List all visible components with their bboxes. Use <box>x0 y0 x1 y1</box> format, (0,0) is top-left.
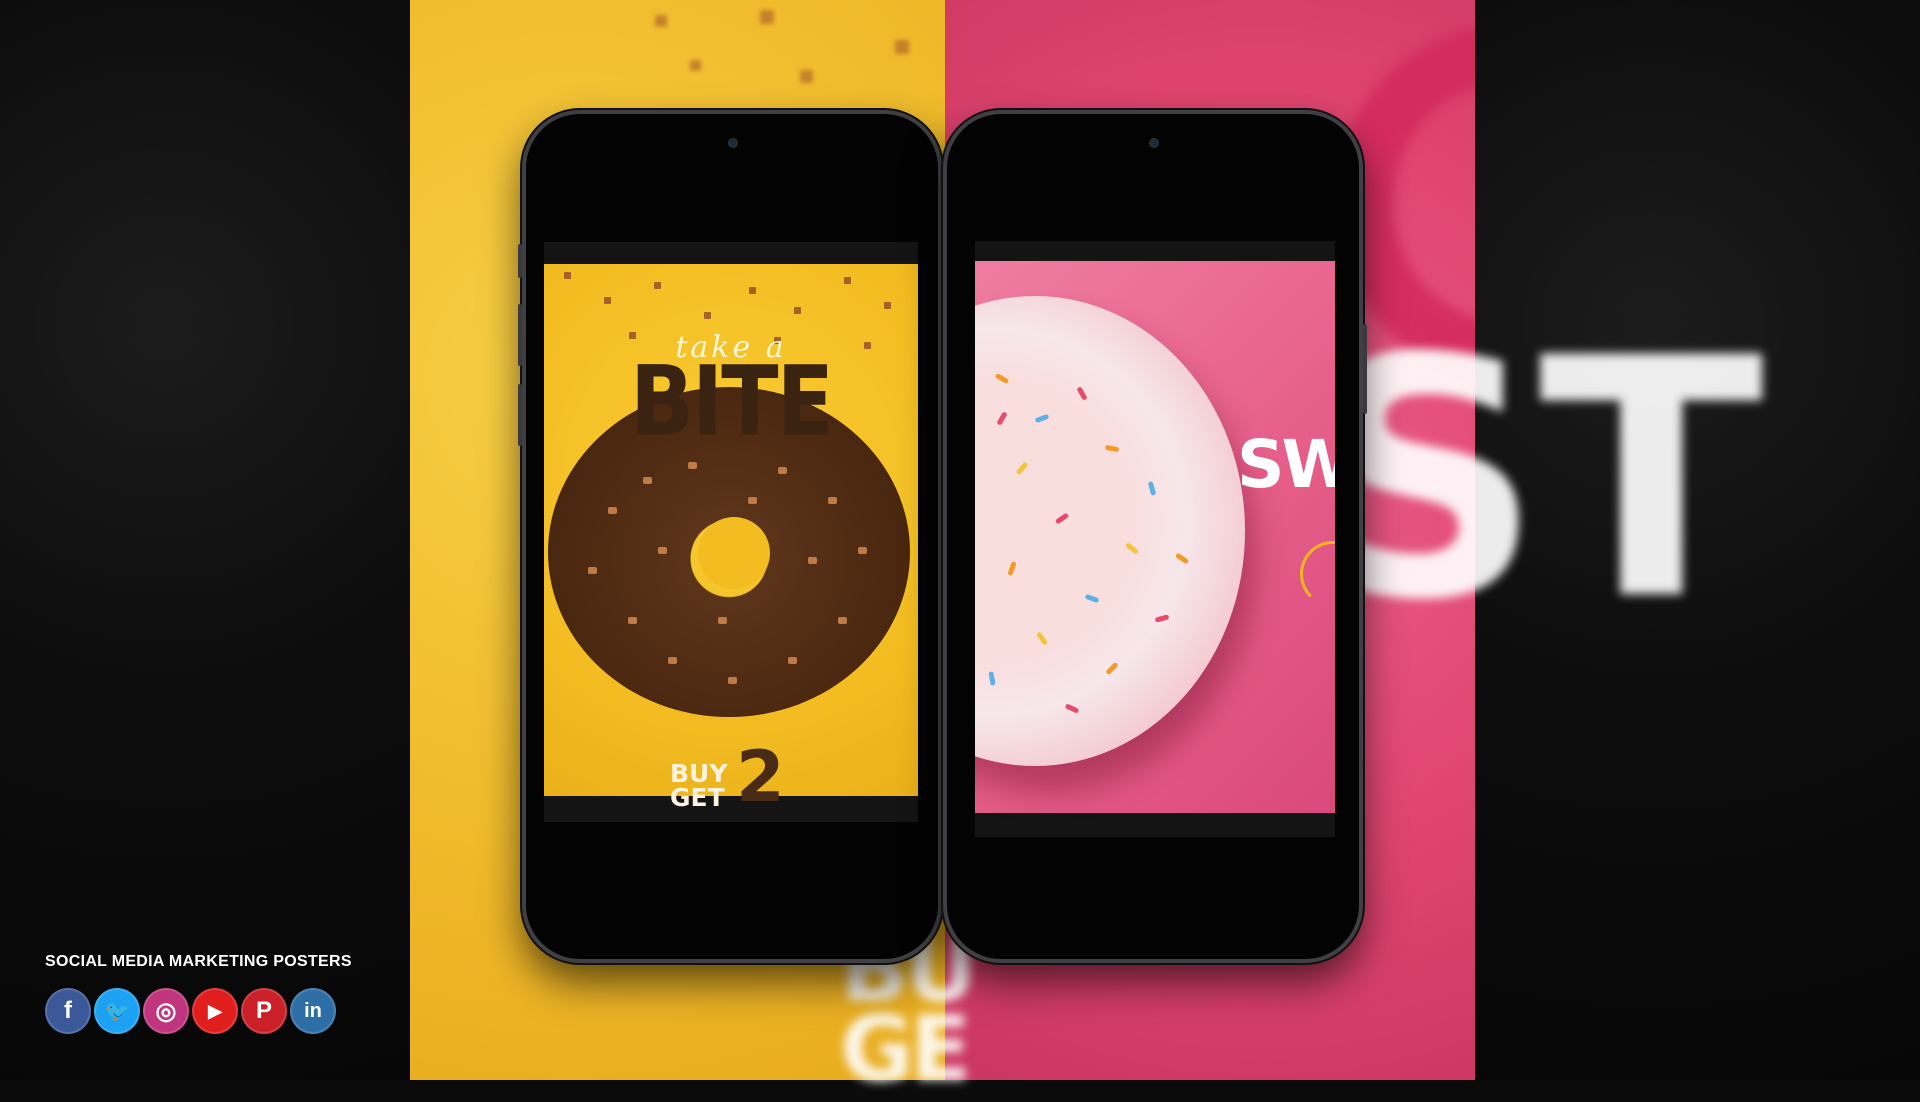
youtube-icon[interactable]: ▶ <box>192 988 238 1034</box>
donut-hole <box>698 517 770 589</box>
pink-glazed-donut <box>975 296 1245 766</box>
phone-mockup-left: take a BITE BUY GET 2 <box>518 110 942 963</box>
promo-buy-get: BUY GET <box>670 761 727 812</box>
linkedin-icon[interactable]: in <box>290 988 336 1034</box>
brand-title: SOCIAL MEDIA MARKETING POSTERS <box>45 953 352 970</box>
facebook-icon[interactable]: f <box>45 988 91 1034</box>
side-button <box>518 244 522 278</box>
side-button <box>518 384 522 446</box>
poster-frame-bottom <box>975 813 1335 837</box>
promo-line-get: GET <box>670 783 725 812</box>
poster-frame-bottom <box>544 796 918 822</box>
pinterest-icon[interactable]: P <box>241 988 287 1034</box>
camera-dot <box>1149 138 1159 148</box>
promo-number: 2 <box>736 736 785 818</box>
social-icons-row: f 🐦 ◎ ▶ P in <box>45 988 336 1034</box>
poster-frame-top <box>544 242 918 264</box>
poster-frame-top <box>975 241 1335 261</box>
blur-sprinkle <box>690 60 701 71</box>
blur-sprinkle <box>895 40 909 54</box>
headline-bite: BITE <box>630 344 834 458</box>
side-button <box>518 304 522 366</box>
background-left-dark <box>0 0 410 1080</box>
side-button <box>1363 324 1367 414</box>
twitter-icon[interactable]: 🐦 <box>94 988 140 1034</box>
camera-dot <box>728 138 738 148</box>
blurred-headline-right: ST <box>1305 288 1764 672</box>
blur-sprinkle <box>655 15 667 27</box>
instagram-icon[interactable]: ◎ <box>143 988 189 1034</box>
phone-mockup-right: SW <box>943 110 1367 963</box>
blur-sprinkle <box>800 70 813 83</box>
headline-fragment: SW <box>1237 426 1335 503</box>
poster-take-a-bite: take a BITE BUY GET 2 <box>544 242 918 822</box>
poster-pink-donut: SW <box>975 241 1335 837</box>
blur-sprinkle <box>760 10 774 24</box>
decorative-arc <box>1300 541 1335 607</box>
